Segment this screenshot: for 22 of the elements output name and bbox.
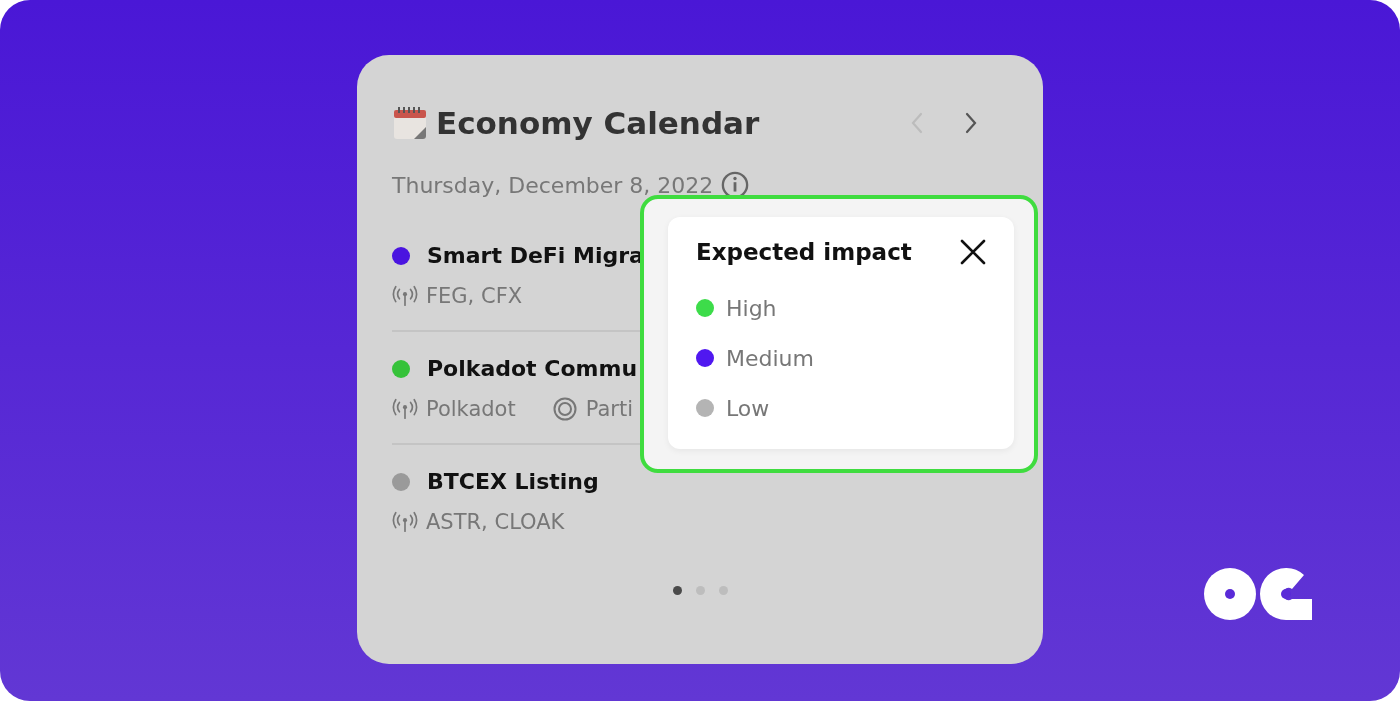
event-tag: Parti: [585, 397, 633, 421]
antenna-icon: [392, 284, 418, 308]
calendar-icon: [392, 105, 428, 141]
impact-label: High: [726, 295, 777, 321]
antenna-icon: [392, 397, 418, 421]
widget-title: Economy Calendar: [436, 105, 760, 141]
popover-title: Expected impact: [696, 239, 912, 265]
close-icon[interactable]: [960, 239, 986, 265]
event-tag: FEG, CFX: [426, 284, 523, 308]
impact-label: Low: [726, 395, 770, 421]
event-tag: Polkadot: [426, 397, 516, 421]
antenna-icon: [392, 510, 418, 534]
event-title: Smart DeFi Migra: [427, 243, 644, 268]
date-label: Thursday, December 8, 2022: [392, 172, 714, 198]
page-dot[interactable]: [672, 586, 682, 595]
event-title: Polkadot Commu: [427, 356, 638, 381]
chevron-left-icon: [909, 111, 925, 135]
target-icon: [551, 397, 578, 421]
event-title: BTCEX Listing: [427, 469, 599, 494]
chevron-right-icon: [963, 111, 979, 135]
impact-label: Medium: [726, 345, 814, 371]
event-tag: ASTR, CLOAK: [426, 510, 565, 534]
